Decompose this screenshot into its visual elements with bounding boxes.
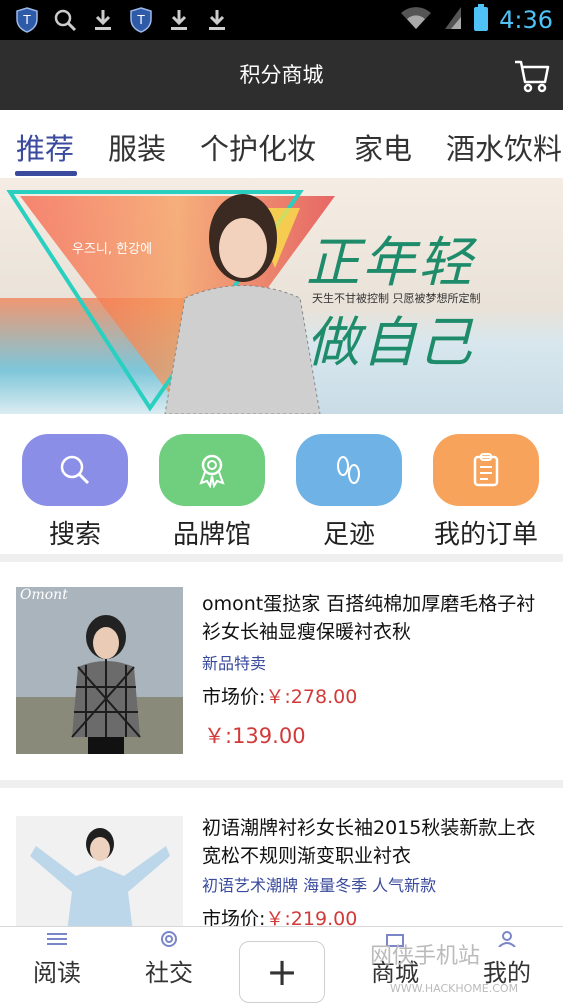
market-price-label: 市场价:	[202, 686, 266, 708]
active-tab-indicator	[15, 171, 77, 176]
quick-orders-button[interactable]: 我的订单	[426, 434, 546, 551]
market-price-value: ￥:278.00	[265, 686, 358, 708]
search-icon	[22, 434, 128, 506]
nav-read[interactable]: 阅读	[2, 931, 112, 988]
cart-icon[interactable]	[513, 56, 551, 94]
tab-appliances[interactable]: 家电	[354, 126, 412, 168]
banner-korean-text: 우즈니, 한강에	[72, 242, 153, 257]
product-brand-logo: Omont	[20, 587, 68, 603]
nav-social-label: 社交	[145, 959, 193, 987]
product-tag: 新品特卖	[202, 654, 267, 673]
market-price-value: ￥:219.00	[265, 908, 358, 926]
quick-search-button[interactable]: 搜索	[15, 434, 135, 551]
shield-icon: T	[128, 6, 154, 34]
plus-icon: +	[266, 950, 298, 994]
tab-personal-care[interactable]: 个护化妆	[200, 126, 316, 168]
watermark-text: 网侠手机站	[370, 944, 481, 969]
nav-read-label: 阅读	[33, 959, 81, 987]
quick-search-label: 搜索	[48, 520, 101, 550]
wifi-icon	[399, 5, 433, 35]
svg-text:T: T	[136, 13, 145, 27]
category-tabs: 推荐 服装 个护化妆 家电 酒水饮料	[0, 110, 563, 178]
product-price: ￥:139.00	[204, 724, 306, 748]
section-divider	[0, 780, 563, 788]
battery-icon	[473, 4, 489, 36]
download-icon	[166, 6, 192, 34]
download-icon	[90, 6, 116, 34]
section-divider	[0, 554, 563, 562]
product-card[interactable]: 初语潮牌衬衫女长袖2015秋装新款上衣 宽松不规则渐变职业衬衣 初语艺术潮牌 海…	[0, 788, 563, 926]
menu-icon	[45, 932, 69, 951]
status-time: 4:36	[499, 6, 553, 34]
product-image	[16, 816, 183, 926]
footprint-icon	[296, 434, 402, 506]
download-icon	[204, 6, 230, 34]
product-title: 初语潮牌衬衫女长袖2015秋装新款上衣 宽松不规则渐变职业衬衣	[202, 817, 536, 867]
product-tag: 初语艺术潮牌 海量冬季 人气新款	[202, 876, 437, 895]
banner-headline-1: 正年轻	[306, 231, 474, 294]
quick-footprint-label: 足迹	[322, 520, 375, 550]
svg-text:T: T	[22, 13, 31, 27]
app-header: 积分商城	[0, 40, 563, 110]
quick-brand-button[interactable]: 品牌馆	[152, 434, 272, 551]
signal-icon	[443, 5, 463, 35]
page-title: 积分商城	[239, 63, 324, 87]
status-bar: T T 4:36	[0, 0, 563, 40]
quick-orders-label: 我的订单	[433, 520, 538, 550]
quick-brand-label: 品牌馆	[172, 520, 251, 550]
tab-beverages[interactable]: 酒水饮料	[446, 126, 562, 168]
product-image: Omont	[16, 587, 183, 754]
search-icon	[52, 6, 78, 34]
shield-icon: T	[14, 6, 40, 34]
product-card[interactable]: Omont omont蛋挞家 百搭纯棉加厚磨毛格子衬衫女长袖显瘦保暖衬衣秋 新品…	[0, 562, 563, 780]
add-button[interactable]: +	[239, 941, 325, 1003]
tab-recommend[interactable]: 推荐	[16, 126, 74, 168]
promo-banner[interactable]: 우즈니, 한강에 正年轻 天生不甘被控制 只愿被梦想所定制 做自己	[0, 178, 563, 414]
banner-headline-2: 做自己	[306, 311, 474, 374]
product-title: omont蛋挞家 百搭纯棉加厚磨毛格子衬衫女长袖显瘦保暖衬衣秋	[202, 593, 536, 643]
nav-social[interactable]: 社交	[114, 931, 224, 988]
watermark-url: WWW.HACKHOME.COM	[390, 982, 519, 995]
clipboard-icon	[433, 434, 539, 506]
quick-footprint-button[interactable]: 足迹	[289, 434, 409, 551]
user-icon	[496, 931, 518, 951]
social-icon	[158, 931, 180, 951]
market-price-label: 市场价:	[202, 908, 266, 926]
tab-clothing[interactable]: 服装	[108, 126, 166, 168]
quick-actions: 搜索 品牌馆 足迹 我的订单	[0, 414, 563, 554]
award-icon	[159, 434, 265, 506]
